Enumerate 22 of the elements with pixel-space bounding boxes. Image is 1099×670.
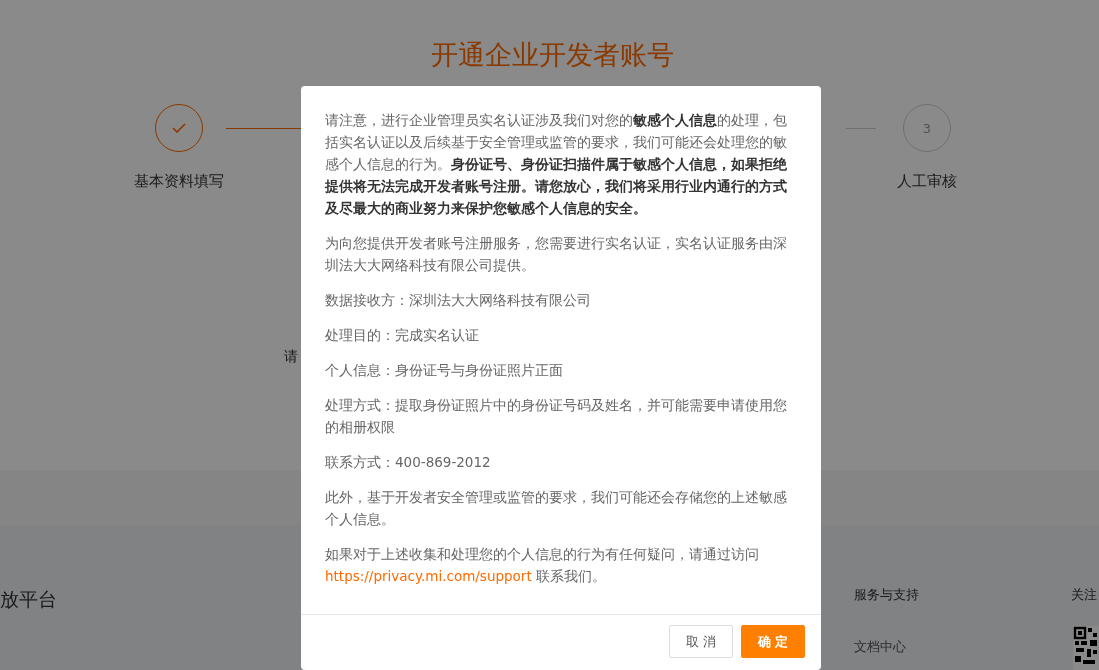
footer-brand: 放平台 [0,587,57,612]
page-title: 开通企业开发者账号 [429,38,675,72]
dialog-paragraph: 如果对于上述收集和处理您的个人信息的行为有任何疑问，请通过访问 https://privacy.mi.com/support 联系我们。 [325,545,760,586]
qr-code-icon [1073,626,1099,670]
check-icon [171,122,187,134]
dialog-paragraph: 个人信息：身份证号与身份证照片正面 [325,361,564,380]
privacy-link[interactable]: https://privacy.mi.com/support [325,568,532,584]
dialog-paragraph: 处理目的：完成实名认证 [325,326,480,345]
footer-heading: 服务与支持 [854,586,920,604]
step-label: 基本资料填写 [134,172,224,191]
form-label: 请 [284,348,298,364]
dialog-paragraph: 数据接收方：深圳法大大网络科技有限公司 [325,291,592,310]
footer-heading: 关注 [1071,586,1098,604]
dialog-paragraph: 处理方式：提取身份证照片中的身份证号码及姓名，并可能需要申请使用您的相册权限 [325,396,788,437]
dialog-paragraph: 此外，基于开发者安全管理或监管的要求，我们可能还会存储您的上述敏感个人信息。 [325,488,788,529]
dialog-paragraph: 为向您提供开发者账号注册服务，您需要进行实名认证，实名认证服务由深圳法大大网络科技有限公司提供。 [325,234,788,275]
cancel-button[interactable]: 取 消 [669,625,733,658]
step-label: 人工审核 [897,172,957,191]
dialog-paragraph: 联系方式：400-869-2012 [325,453,492,472]
footer-link[interactable]: 文档中心 [854,638,1071,656]
dialog-paragraph: 请注意，进行企业管理员实名认证涉及我们对您的敏感个人信息的处理，包括实名认证以及后续基于安全管理或监管的要求，我们可能还会处理您的敏感个人信息的行为。身份证号、身份证扫描件属于敏感个人信息，如果拒绝提供将无法完成开发者账号注册。请您放心，我们将采用行业内通行的方式及尽最大的商业努力来保护您敏感个人信息的安全。 [325,111,788,218]
confirm-button[interactable]: 确 定 [741,625,805,658]
